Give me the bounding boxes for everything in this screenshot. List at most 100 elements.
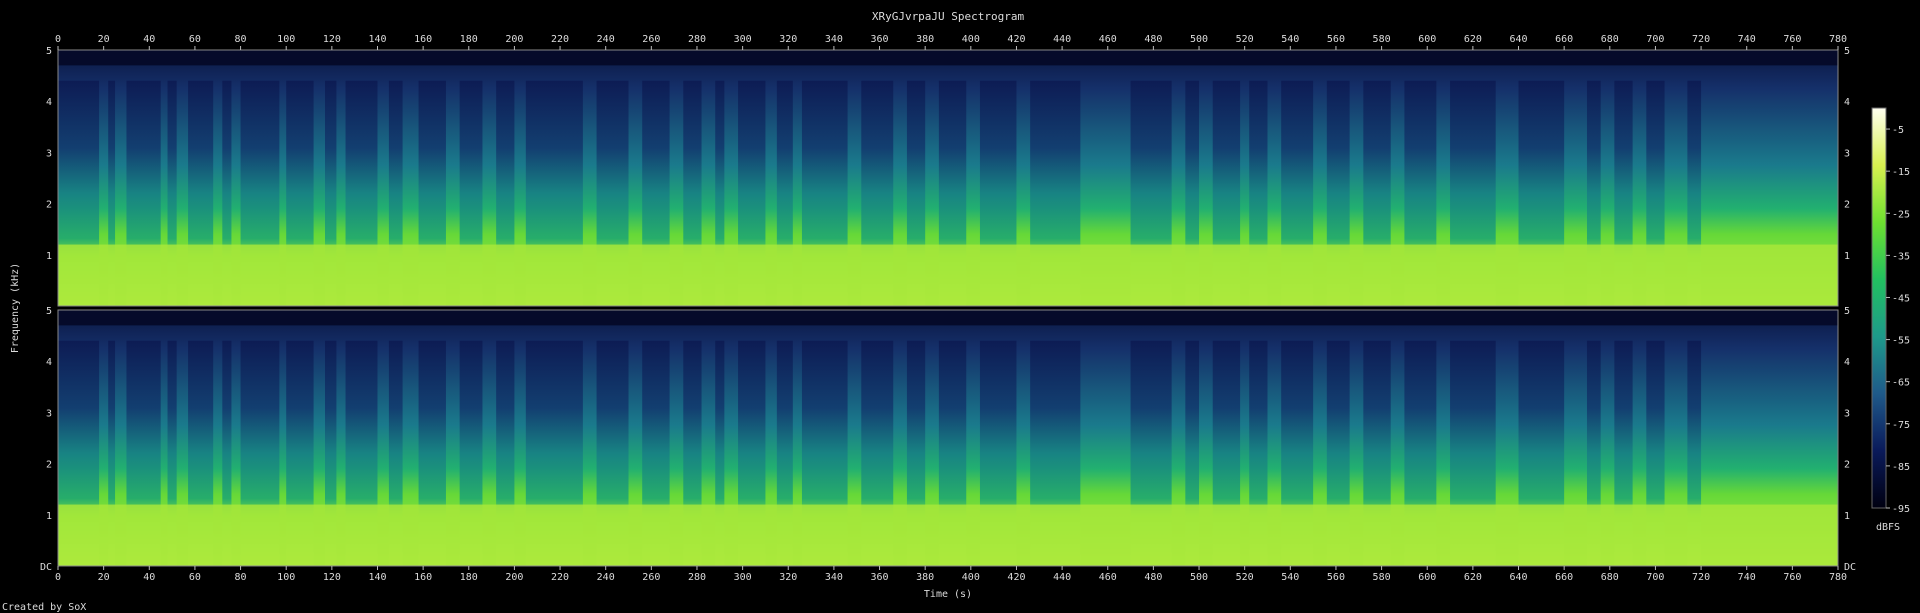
x-tick-label-bottom: 720 bbox=[1692, 572, 1710, 583]
x-tick-label-bottom: 520 bbox=[1236, 572, 1254, 583]
x-tick-label-bottom: 420 bbox=[1007, 572, 1025, 583]
x-tick-label-top: 660 bbox=[1555, 34, 1573, 45]
y-tick-label-right: 1 bbox=[1844, 251, 1850, 262]
x-tick-label-bottom: 60 bbox=[189, 572, 201, 583]
y-tick-label-right: 1 bbox=[1844, 511, 1850, 522]
x-tick-label-top: 380 bbox=[916, 34, 934, 45]
x-tick-label-top: 580 bbox=[1373, 34, 1391, 45]
y-axis-label: Frequency (kHz) bbox=[10, 263, 21, 353]
x-tick-label-bottom: 580 bbox=[1373, 572, 1391, 583]
y-tick-label-left: 1 bbox=[46, 511, 52, 522]
colorbar-tick-label: -65 bbox=[1892, 378, 1910, 389]
x-tick-label-top: 480 bbox=[1144, 34, 1162, 45]
high-freq-band bbox=[58, 310, 1838, 326]
x-tick-label-bottom: 360 bbox=[871, 572, 889, 583]
x-tick-label-bottom: 600 bbox=[1418, 572, 1436, 583]
x-tick-label-bottom: 740 bbox=[1738, 572, 1756, 583]
x-tick-label-bottom: 320 bbox=[779, 572, 797, 583]
y-tick-label-left: 2 bbox=[46, 460, 52, 471]
x-tick-label-top: 440 bbox=[1053, 34, 1071, 45]
x-tick-label-top: 120 bbox=[323, 34, 341, 45]
colorbar-tick-label: -95 bbox=[1892, 504, 1910, 515]
x-tick-label-bottom: 620 bbox=[1464, 572, 1482, 583]
x-tick-label-bottom: 240 bbox=[597, 572, 615, 583]
spectrogram-chart: XRyGJvrpaJU Spectrogram 0 20 40 60 80 100 120 1… bbox=[2, 10, 1910, 613]
y-tick-label-right: 3 bbox=[1844, 148, 1850, 159]
channel-bottom-plot bbox=[57, 309, 1839, 567]
x-tick-label-bottom: 480 bbox=[1144, 572, 1162, 583]
x-tick-label-top: 420 bbox=[1007, 34, 1025, 45]
x-tick-label-top: 620 bbox=[1464, 34, 1482, 45]
x-tick-label-top: 20 bbox=[98, 34, 110, 45]
x-axis-label: Time (s) bbox=[924, 589, 972, 600]
x-tick-label-bottom: 760 bbox=[1783, 572, 1801, 583]
x-tick-label-top: 60 bbox=[189, 34, 201, 45]
x-tick-label-top: 680 bbox=[1601, 34, 1619, 45]
x-tick-label-bottom: 680 bbox=[1601, 572, 1619, 583]
x-tick-label-bottom: 340 bbox=[825, 572, 843, 583]
x-tick-label-top: 740 bbox=[1738, 34, 1756, 45]
x-tick-label-bottom: 380 bbox=[916, 572, 934, 583]
x-tick-label-bottom: 280 bbox=[688, 572, 706, 583]
x-tick-label-top: 700 bbox=[1646, 34, 1664, 45]
x-tick-label-top: 320 bbox=[779, 34, 797, 45]
y-tick-label-right: 5 bbox=[1844, 306, 1850, 317]
y-tick-label-left: 4 bbox=[46, 97, 52, 108]
colorbar-tick-label: -15 bbox=[1892, 167, 1910, 178]
x-tick-label-top: 140 bbox=[368, 34, 386, 45]
colorbar-tick-label: -85 bbox=[1892, 462, 1910, 473]
x-tick-label-bottom: 200 bbox=[505, 572, 523, 583]
x-tick-label-top: 40 bbox=[143, 34, 155, 45]
x-tick-label-bottom: 780 bbox=[1829, 572, 1847, 583]
x-tick-label-top: 260 bbox=[642, 34, 660, 45]
y-axis-right: 5 4 3 2 1 5 4 3 2 1 DC bbox=[1844, 46, 1856, 573]
x-tick-label-bottom: 0 bbox=[55, 572, 61, 583]
x-tick-label-top: 300 bbox=[734, 34, 752, 45]
x-tick-label-top: 780 bbox=[1829, 34, 1847, 45]
x-tick-label-top: 100 bbox=[277, 34, 295, 45]
x-axis-top: 0 20 40 60 80 100 120 140 160 180 200 220 240 260 280 3… bbox=[55, 34, 1847, 50]
x-tick-label-top: 0 bbox=[55, 34, 61, 45]
colorbar-tick-label: -75 bbox=[1892, 420, 1910, 431]
x-tick-label-top: 240 bbox=[597, 34, 615, 45]
x-tick-label-bottom: 80 bbox=[235, 572, 247, 583]
x-tick-label-bottom: 160 bbox=[414, 572, 432, 583]
y-tick-label-left: 3 bbox=[46, 148, 52, 159]
chart-title: XRyGJvrpaJU Spectrogram bbox=[872, 10, 1025, 23]
x-tick-label-top: 520 bbox=[1236, 34, 1254, 45]
x-tick-label-bottom: 660 bbox=[1555, 572, 1573, 583]
x-tick-label-bottom: 460 bbox=[1099, 572, 1117, 583]
x-tick-label-bottom: 180 bbox=[460, 572, 478, 583]
y-tick-label-right: 3 bbox=[1844, 408, 1850, 419]
y-tick-label-left: 2 bbox=[46, 200, 52, 211]
x-tick-label-bottom: 300 bbox=[734, 572, 752, 583]
colorbar-tick-label: -55 bbox=[1892, 336, 1910, 347]
x-tick-label-bottom: 560 bbox=[1327, 572, 1345, 583]
x-tick-label-top: 180 bbox=[460, 34, 478, 45]
x-tick-label-top: 500 bbox=[1190, 34, 1208, 45]
y-tick-label-left: 5 bbox=[46, 46, 52, 57]
x-tick-label-top: 560 bbox=[1327, 34, 1345, 45]
high-freq-band bbox=[58, 50, 1838, 66]
y-tick-label-left: DC bbox=[40, 562, 52, 573]
y-tick-label-right: 5 bbox=[1844, 46, 1850, 57]
y-tick-label-right: 2 bbox=[1844, 460, 1850, 471]
colorbar-tick-label: -45 bbox=[1892, 293, 1910, 304]
y-tick-label-right: DC bbox=[1844, 562, 1856, 573]
x-axis-bottom: 0 20 40 60 80 100 120 140 160 180 200 220 240 260 280 3… bbox=[55, 566, 1847, 583]
channel-top-plot bbox=[57, 49, 1839, 307]
x-tick-label-bottom: 260 bbox=[642, 572, 660, 583]
low-freq-band bbox=[58, 244, 1838, 306]
x-tick-label-bottom: 220 bbox=[551, 572, 569, 583]
x-tick-label-bottom: 100 bbox=[277, 572, 295, 583]
x-tick-label-bottom: 440 bbox=[1053, 572, 1071, 583]
x-tick-label-top: 200 bbox=[505, 34, 523, 45]
y-axis-left: 5 4 3 2 1 5 4 3 2 1 DC bbox=[40, 46, 52, 573]
y-tick-label-left: 3 bbox=[46, 408, 52, 419]
x-tick-label-top: 760 bbox=[1783, 34, 1801, 45]
x-tick-label-top: 80 bbox=[235, 34, 247, 45]
colorbar-label: dBFS bbox=[1876, 522, 1900, 533]
y-tick-label-left: 5 bbox=[46, 306, 52, 317]
x-tick-label-top: 340 bbox=[825, 34, 843, 45]
x-tick-label-top: 460 bbox=[1099, 34, 1117, 45]
